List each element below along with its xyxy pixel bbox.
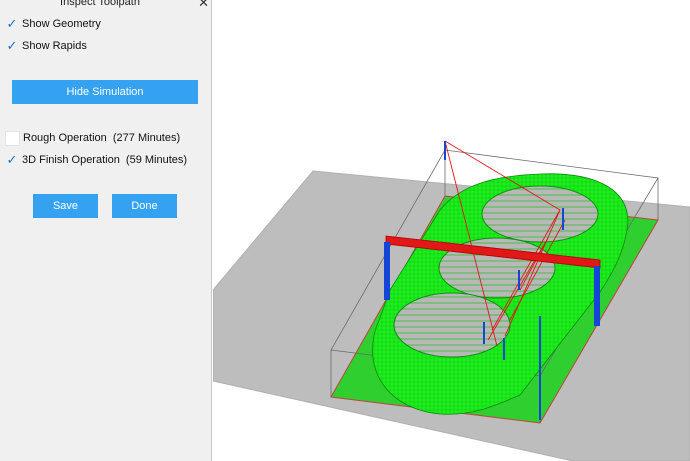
finish-operation-checkbox[interactable]: ✓ 3D Finish Operation (59 Minutes)	[5, 152, 188, 168]
checkmark-icon: ✓	[6, 152, 18, 167]
checkmark-icon: ✓	[6, 38, 18, 53]
dialog-titlebar: Inspect Toolpath ✕	[0, 0, 212, 10]
hide-simulation-button[interactable]: Hide Simulation	[12, 80, 198, 104]
rough-operation-checkbox[interactable]: ✓ Rough Operation (277 Minutes)	[5, 130, 180, 146]
rough-operation-label: Rough Operation (277 Minutes)	[23, 132, 181, 144]
show-rapids-checkbox[interactable]: ✓ Show Rapids	[5, 38, 87, 54]
done-button[interactable]: Done	[112, 194, 177, 218]
inspect-toolpath-panel: Inspect Toolpath ✕ ✓ Show Geometry ✓ Sho…	[0, 0, 212, 461]
show-geometry-label: Show Geometry	[22, 18, 101, 30]
pocket-top	[481, 185, 599, 243]
checkbox-empty-icon: ✓	[5, 130, 20, 146]
close-icon[interactable]: ✕	[198, 0, 209, 9]
gantry-right-post	[594, 266, 600, 326]
save-button[interactable]: Save	[33, 194, 98, 218]
pocket-bottom	[393, 292, 511, 358]
checkmark-icon: ✓	[6, 16, 18, 31]
finish-operation-label: 3D Finish Operation (59 Minutes)	[22, 154, 188, 166]
gantry-left-post	[384, 242, 390, 300]
show-rapids-label: Show Rapids	[22, 40, 87, 52]
3d-viewport[interactable]	[213, 0, 690, 461]
dialog-title: Inspect Toolpath	[60, 0, 140, 8]
show-geometry-checkbox[interactable]: ✓ Show Geometry	[5, 16, 101, 32]
toolpath-scene	[213, 140, 690, 461]
